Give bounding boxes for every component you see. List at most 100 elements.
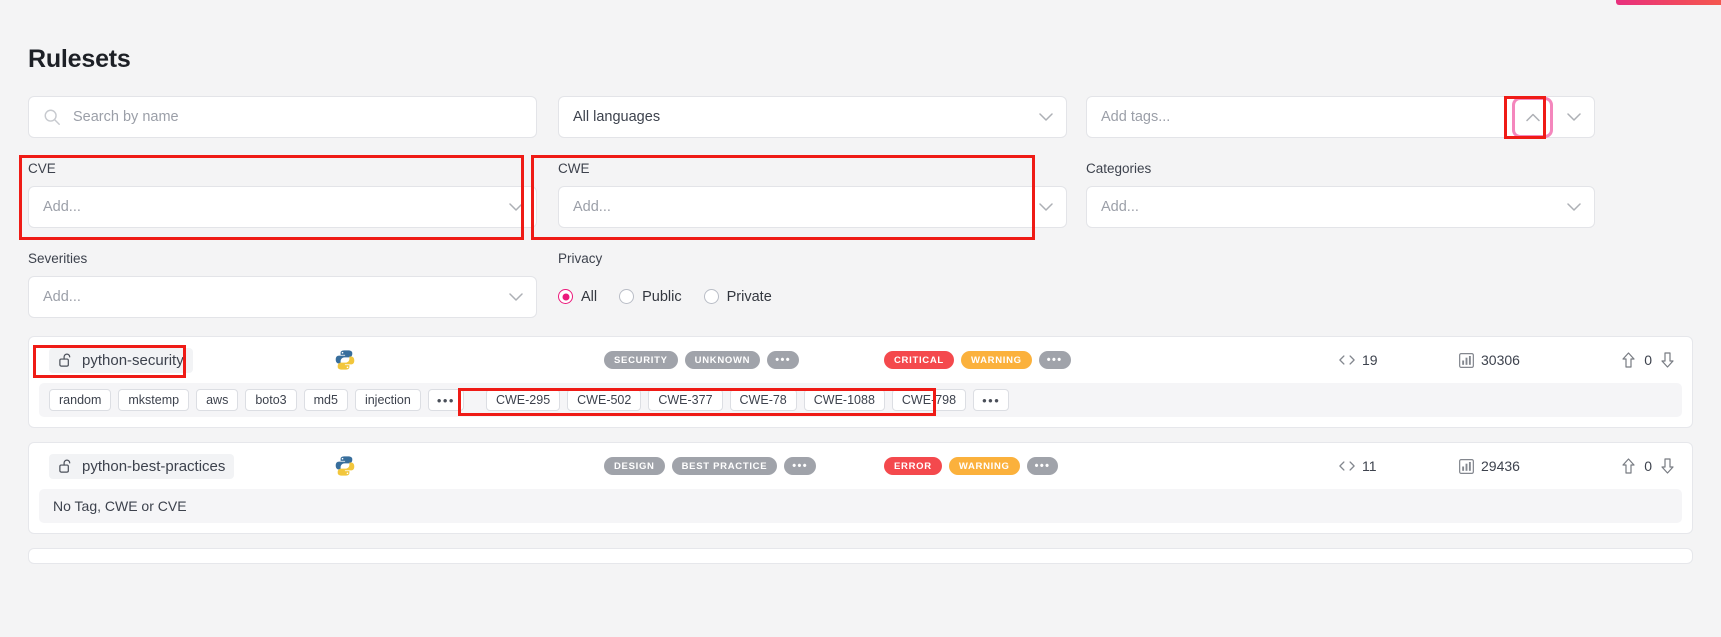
cwe-chip[interactable]: CWE-798 (891, 389, 967, 411)
ruleset-card[interactable] (28, 548, 1693, 564)
severities-placeholder: Add... (43, 288, 81, 305)
severity-badge: CRITICAL (884, 351, 954, 369)
chevron-down-icon (1567, 113, 1581, 121)
code-icon (1339, 355, 1355, 365)
votes-stat: 0 (1594, 458, 1674, 474)
brand-accent-stripe (1616, 0, 1721, 5)
lines-count-value: 29436 (1481, 458, 1520, 474)
lines-count-value: 30306 (1481, 352, 1520, 368)
downvote-icon[interactable] (1661, 352, 1674, 368)
cwe-chip[interactable]: CWE-377 (648, 389, 723, 411)
upvote-icon[interactable] (1622, 458, 1635, 474)
page-title: Rulesets (28, 45, 131, 73)
cve-input[interactable]: Add... (28, 185, 537, 228)
chevron-up-icon (1525, 113, 1540, 122)
ruleset-name-text: python-best-practices (82, 457, 226, 475)
tag-list: random mkstemp aws boto3 md5 injection •… (49, 389, 464, 411)
category-badge: SECURITY (604, 351, 678, 369)
ruleset-stats: 19 30306 0 (1339, 352, 1674, 368)
downvote-icon[interactable] (1661, 458, 1674, 474)
cwe-chip[interactable]: CWE-295 (485, 389, 561, 411)
empty-tags-text: No Tag, CWE or CVE (53, 498, 187, 514)
ruleset-tags-row: random mkstemp aws boto3 md5 injection •… (39, 383, 1682, 417)
categories-label: Categories (1086, 161, 1152, 176)
cwe-more-button[interactable]: ••• (973, 389, 1010, 411)
code-icon (1339, 461, 1355, 471)
language-select[interactable]: All languages (558, 96, 1067, 138)
search-placeholder: Search by name (73, 109, 179, 125)
ruleset-name[interactable]: python-security (49, 347, 193, 373)
chevron-down-icon (1039, 203, 1053, 211)
severity-badge: WARNING (948, 457, 1020, 475)
ruleset-stats: 11 29436 0 (1339, 458, 1674, 474)
category-badge: DESIGN (604, 457, 665, 475)
categories-input[interactable]: Add... (1086, 185, 1595, 228)
severity-more-button[interactable]: ••• (1026, 457, 1059, 475)
votes-stat: 0 (1594, 352, 1674, 368)
ruleset-card-header: python-security SECURITY UNKNOWN ••• CRI… (29, 337, 1692, 383)
lines-count-stat: 30306 (1459, 352, 1594, 368)
tag-chip[interactable]: random (49, 389, 112, 411)
radio-dot (619, 289, 635, 305)
upvote-icon[interactable] (1622, 352, 1635, 368)
category-badge: UNKNOWN (684, 351, 761, 369)
privacy-option-label: Public (642, 288, 682, 305)
ruleset-name[interactable]: python-best-practices (49, 453, 235, 479)
ruleset-category-badges: DESIGN BEST PRACTICE ••• (604, 457, 817, 475)
chevron-down-icon (509, 292, 523, 301)
tag-chip[interactable]: mkstemp (118, 389, 190, 411)
tag-more-button[interactable]: ••• (427, 389, 464, 411)
privacy-radio-private[interactable]: Private (703, 289, 772, 305)
cve-filter-column: CVE Add... (28, 161, 537, 228)
category-more-button[interactable]: ••• (784, 457, 817, 475)
cwe-list: CWE-295 CWE-502 CWE-377 CWE-78 CWE-1088 … (485, 389, 1010, 411)
chevron-down-icon (1567, 203, 1581, 211)
cve-placeholder: Add... (43, 198, 81, 215)
severities-label: Severities (28, 250, 88, 266)
ruleset-card-header: python-best-practices DESIGN BEST PRACTI… (29, 443, 1692, 489)
tags-placeholder: Add tags... (1101, 109, 1171, 125)
search-input[interactable]: Search by name (28, 96, 537, 138)
rules-count-value: 19 (1362, 352, 1378, 368)
severity-more-button[interactable]: ••• (1038, 351, 1071, 369)
ruleset-severity-badges: ERROR WARNING ••• (884, 457, 1059, 475)
tag-chip[interactable]: aws (196, 389, 239, 411)
tag-chip[interactable]: boto3 (245, 389, 297, 411)
rulesets-page: Rulesets Search by name All languages Ad… (0, 0, 1721, 637)
filter-row-2: CVE Add... CWE Add... Categories Add... (28, 161, 1693, 228)
bar-chart-icon (1459, 352, 1474, 368)
severities-input[interactable]: Add... (28, 275, 537, 318)
categories-placeholder: Add... (1101, 198, 1139, 215)
collapse-filters-button[interactable] (1512, 97, 1553, 138)
votes-value: 0 (1644, 352, 1652, 368)
privacy-radio-public[interactable]: Public (619, 289, 682, 305)
filters-panel: Search by name All languages Add tags... (28, 96, 1693, 318)
cwe-chip[interactable]: CWE-502 (567, 389, 642, 411)
cwe-input[interactable]: Add... (558, 185, 1067, 228)
bar-chart-icon (1459, 458, 1474, 474)
cwe-chip[interactable]: CWE-78 (729, 389, 797, 411)
privacy-radio-all[interactable]: All (558, 289, 597, 305)
category-more-button[interactable]: ••• (767, 351, 799, 369)
privacy-label: Privacy (558, 250, 603, 266)
chevron-down-icon (509, 203, 523, 211)
ruleset-card[interactable]: python-security SECURITY UNKNOWN ••• CRI… (28, 336, 1693, 428)
language-filter-column: All languages (558, 96, 1067, 138)
rules-count-stat: 11 (1339, 458, 1459, 474)
chevron-down-icon (1039, 113, 1053, 121)
cwe-label: CWE (558, 161, 590, 176)
category-badge: BEST PRACTICE (671, 457, 778, 475)
search-filter-column: Search by name (28, 96, 537, 138)
radio-dot (558, 289, 573, 305)
cwe-chip[interactable]: CWE-1088 (803, 389, 885, 411)
ruleset-card[interactable]: python-best-practices DESIGN BEST PRACTI… (28, 442, 1693, 534)
rulesets-list: python-security SECURITY UNKNOWN ••• CRI… (28, 336, 1693, 578)
tag-chip[interactable]: injection (354, 389, 421, 411)
cve-label: CVE (28, 161, 56, 176)
cwe-filter-column: CWE Add... (558, 161, 1067, 228)
privacy-filter-column: Privacy All Public Private (558, 250, 1067, 318)
rules-count-stat: 19 (1339, 352, 1459, 368)
language-value: All languages (573, 109, 661, 125)
tag-chip[interactable]: md5 (303, 389, 348, 411)
lines-count-stat: 29436 (1459, 458, 1594, 474)
